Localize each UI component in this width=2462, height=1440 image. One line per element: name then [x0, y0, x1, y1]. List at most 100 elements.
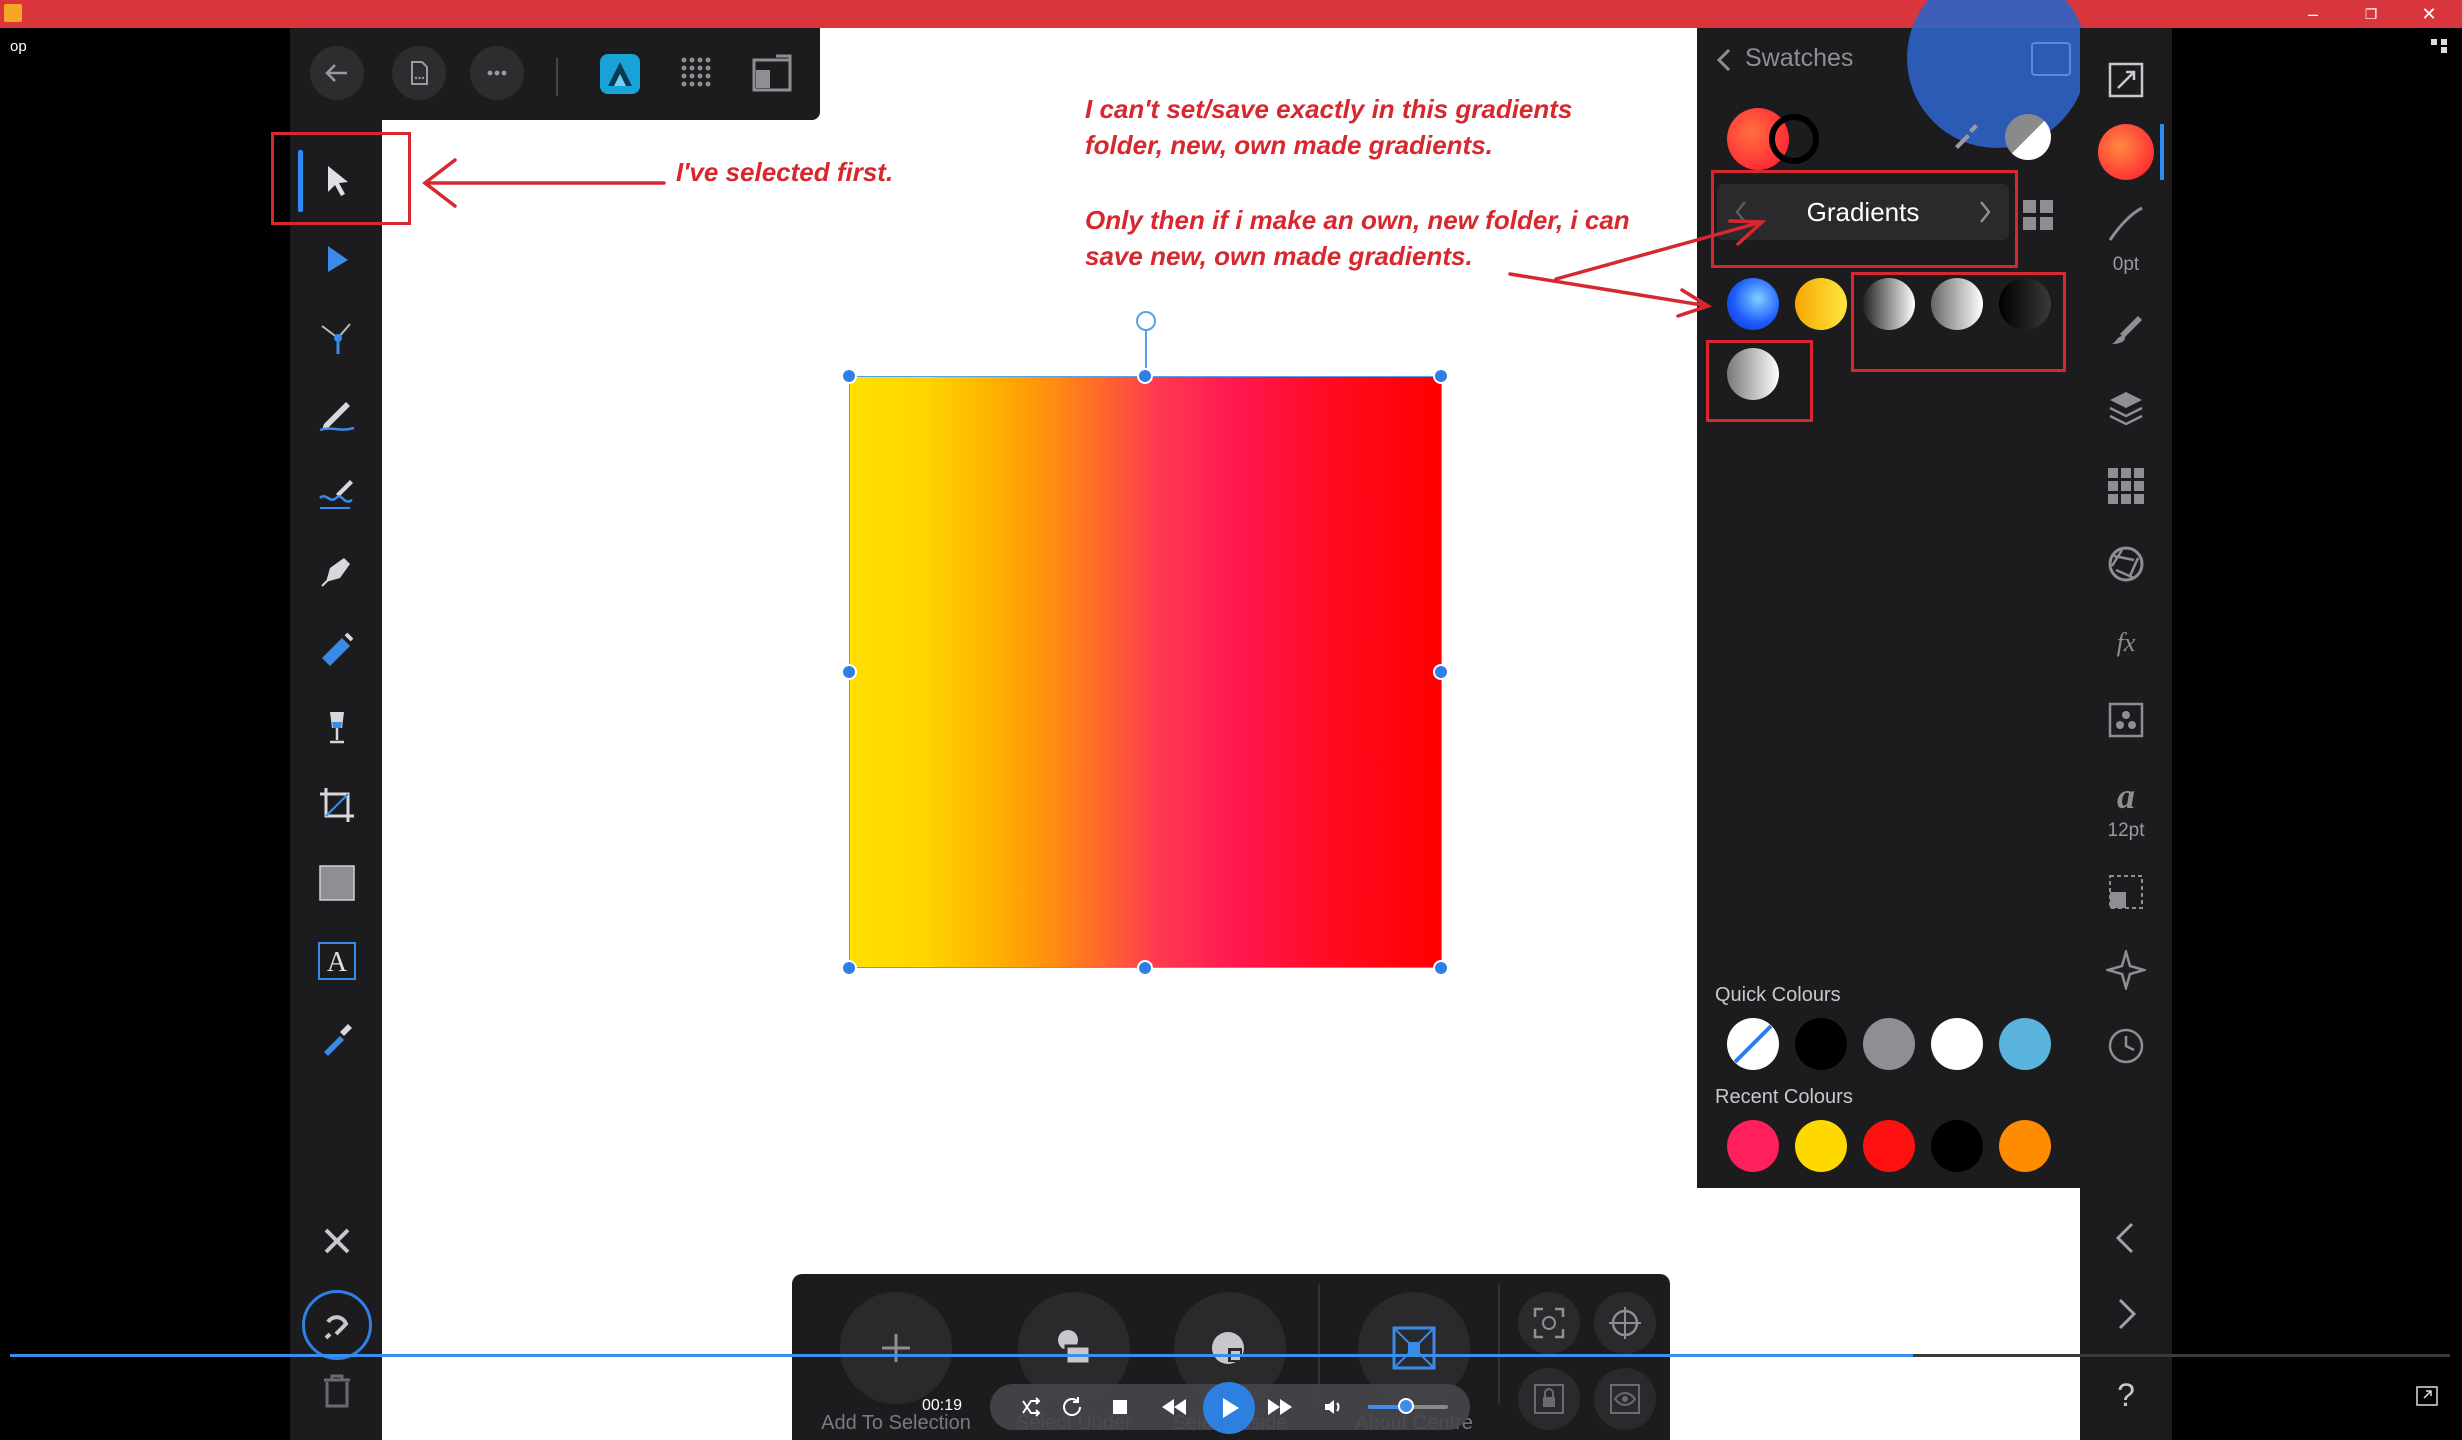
minimize-button[interactable]: –	[2284, 0, 2342, 28]
selection-handle-left[interactable]	[841, 664, 857, 680]
stroke-color-well[interactable]	[1769, 114, 1819, 164]
selection-handle-top-left[interactable]	[841, 368, 857, 384]
swatch-light-blue[interactable]	[1999, 1018, 2051, 1070]
stop-button[interactable]	[1104, 1391, 1136, 1423]
swatch-grey[interactable]	[1863, 1018, 1915, 1070]
grid-view-icon[interactable]	[2021, 198, 2055, 232]
crop-tool[interactable]	[314, 782, 360, 828]
text-tool[interactable]: A	[314, 938, 360, 984]
undo-button[interactable]	[2104, 1216, 2148, 1260]
transparency-tool[interactable]	[314, 704, 360, 750]
layers-icon	[2109, 392, 2143, 426]
export-persona-button[interactable]	[746, 48, 798, 100]
maximize-button[interactable]: ❐	[2342, 0, 2400, 28]
history-panel-button[interactable]	[2104, 1024, 2148, 1068]
back-arrow-icon	[325, 64, 347, 82]
swatch-none[interactable]	[1727, 1018, 1779, 1070]
gradient-rectangle[interactable]	[849, 376, 1442, 968]
text-tool-icon: A	[318, 942, 356, 980]
chevron-left-icon[interactable]	[1713, 46, 1737, 74]
selection-handle-bottom-right[interactable]	[1433, 960, 1449, 976]
swatch-gold-gradient[interactable]	[1795, 278, 1847, 330]
redo-button[interactable]	[2104, 1292, 2148, 1336]
node-tool[interactable]	[314, 236, 360, 282]
volume-slider-knob[interactable]	[1397, 1398, 1414, 1414]
volume-icon	[1325, 1400, 1340, 1414]
add-to-selection-button[interactable]	[840, 1292, 952, 1404]
text-styles-panel-button[interactable]: a	[2104, 774, 2148, 818]
pin-icon[interactable]	[2031, 42, 2071, 76]
repeat-button[interactable]	[1056, 1391, 1088, 1423]
snapping-button[interactable]	[302, 1290, 372, 1360]
swatch-black[interactable]	[1795, 1018, 1847, 1070]
selection-handle-bottom[interactable]	[1137, 960, 1153, 976]
annotation-box-new-gradients	[1851, 272, 2066, 372]
fill-tool-icon	[322, 632, 354, 666]
annotation-line-2: folder, new, own made gradients.	[1085, 130, 1493, 160]
target-button[interactable]	[1594, 1292, 1656, 1354]
brushes-panel-button[interactable]	[2104, 308, 2148, 352]
fast-forward-button[interactable]	[1264, 1391, 1296, 1423]
styles-panel-button[interactable]	[2104, 698, 2148, 742]
close-tool-button[interactable]	[314, 1218, 360, 1264]
constraints-panel-button[interactable]	[2104, 948, 2148, 992]
recent-colours-label: Recent Colours	[1715, 1086, 1853, 1108]
focus-icon	[1533, 1307, 1565, 1339]
pixel-persona-button[interactable]	[672, 48, 724, 100]
document-icon	[411, 61, 428, 85]
focus-selection-button[interactable]	[1518, 1292, 1580, 1354]
select-inside-icon	[1212, 1332, 1244, 1364]
close-window-button[interactable]: ✕	[2400, 0, 2458, 28]
adjustments-panel-button[interactable]	[2104, 542, 2148, 586]
opacity-well[interactable]	[2005, 114, 2051, 160]
rotation-handle[interactable]	[1136, 311, 1156, 331]
lock-button[interactable]	[1518, 1368, 1580, 1430]
layers-panel-button[interactable]	[2104, 386, 2148, 430]
swatches-panel-button[interactable]	[2098, 124, 2154, 180]
transform-panel-button[interactable]	[2104, 870, 2148, 914]
swatch-white[interactable]	[1931, 1018, 1983, 1070]
selection-handle-bottom-left[interactable]	[841, 960, 857, 976]
effects-panel-button[interactable]: fx	[2104, 620, 2148, 664]
about-centre-icon	[1392, 1326, 1436, 1370]
shape-tool[interactable]	[314, 860, 360, 906]
document-button[interactable]	[392, 46, 446, 100]
fill-tool[interactable]	[314, 626, 360, 672]
screen: – ❐ ✕ op A Swatches Gradients Quick Colo…	[0, 0, 2462, 1440]
navigator-button[interactable]	[2104, 58, 2148, 102]
selection-handle-top-right[interactable]	[1433, 368, 1449, 384]
selection-handle-top[interactable]	[1137, 368, 1153, 384]
svg-text:A: A	[327, 947, 348, 978]
help-button[interactable]: ?	[2104, 1372, 2148, 1416]
swatch-blue-gradient[interactable]	[1727, 278, 1779, 330]
back-button[interactable]	[310, 46, 364, 100]
swatch-recent-red[interactable]	[1863, 1120, 1915, 1172]
swatch-recent-pink[interactable]	[1727, 1120, 1779, 1172]
text-size-value: 12pt	[2107, 820, 2145, 841]
swatch-recent-orange[interactable]	[1999, 1120, 2051, 1172]
swatch-recent-black[interactable]	[1931, 1120, 1983, 1172]
chevron-left-icon	[2115, 1222, 2134, 1254]
picture-in-picture-icon[interactable]	[2416, 1386, 2438, 1406]
color-picker-tool[interactable]	[314, 1016, 360, 1062]
rewind-button[interactable]	[1158, 1391, 1190, 1423]
chevron-right-icon	[2118, 1298, 2137, 1330]
volume-button[interactable]	[1318, 1391, 1350, 1423]
vector-brush-tool[interactable]	[314, 470, 360, 516]
designer-persona-button[interactable]	[594, 48, 646, 100]
eyedropper-icon[interactable]	[1949, 120, 1981, 152]
more-button[interactable]	[470, 46, 524, 100]
add-to-selection-label: Add To Selection	[821, 1412, 971, 1434]
pencil-tool[interactable]	[314, 392, 360, 438]
play-button[interactable]	[1203, 1382, 1255, 1434]
shuffle-button[interactable]	[1016, 1391, 1048, 1423]
swatch-recent-yellow[interactable]	[1795, 1120, 1847, 1172]
stroke-panel-button[interactable]	[2104, 202, 2148, 246]
fullscreen-icon[interactable]	[2430, 38, 2448, 54]
selection-handle-right[interactable]	[1433, 664, 1449, 680]
assets-panel-button[interactable]	[2104, 464, 2148, 508]
delete-button[interactable]	[314, 1368, 360, 1414]
corner-tool[interactable]	[314, 314, 360, 360]
visibility-button[interactable]	[1594, 1368, 1656, 1430]
pen-tool[interactable]	[314, 548, 360, 594]
